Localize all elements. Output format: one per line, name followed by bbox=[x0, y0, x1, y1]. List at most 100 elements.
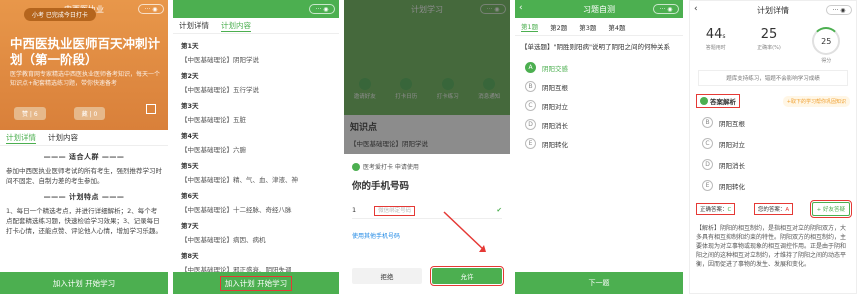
stat-value: 25 bbox=[812, 27, 841, 55]
day-topic: 【中医基础理论】十二经脉、奇经八脉 bbox=[181, 206, 292, 214]
option-text: 阴阳对立 bbox=[719, 140, 745, 149]
day-item[interactable]: 第4天【中医基础理论】六腑 bbox=[173, 130, 339, 154]
stat-label: 答题用时 bbox=[705, 45, 726, 51]
stats-row: 44s 答题用时 25 正确率(%) 25 得分 bbox=[690, 19, 856, 64]
check-icon: ✔ bbox=[496, 206, 502, 214]
phone-option[interactable]: 1 微信绑定号码 ✔ bbox=[352, 206, 502, 219]
option-letter: D bbox=[525, 119, 536, 130]
day-item[interactable]: 第1天【中医基础理论】阴阳学说 bbox=[173, 40, 339, 64]
question-tab-4[interactable]: 第4题 bbox=[608, 22, 625, 32]
option-e[interactable]: E 阴阳转化 bbox=[690, 175, 856, 196]
use-other-phone-link[interactable]: 使用其他手机号码 bbox=[352, 231, 502, 240]
day-number: 第2天 bbox=[181, 72, 199, 80]
join-plan-button[interactable]: 加入计划 开始学习 bbox=[0, 272, 168, 294]
tab-plan-details[interactable]: 计划详情 bbox=[179, 20, 209, 31]
plan-tabs: 计划详情 计划内容 bbox=[173, 18, 339, 34]
day-item[interactable]: 第6天【中医基础理论】十二经脉、奇经八脉 bbox=[173, 190, 339, 214]
question-tab-2[interactable]: 第2题 bbox=[550, 22, 567, 32]
answer-analysis-tab[interactable]: 答案解析 bbox=[696, 94, 740, 108]
capsule-menu[interactable]: ··· ◉ bbox=[826, 5, 852, 15]
stat-value: 44s bbox=[705, 27, 726, 42]
tab-plan-details[interactable]: 计划详情 bbox=[6, 132, 36, 144]
join-plan-button[interactable]: 加入计划 开始学习 bbox=[173, 272, 339, 294]
quiz-screen: ‹ 习题自测 ··· ◉ 第1题 第2题 第3题 第4题 【单选题】"阴胜则阳病"说明… bbox=[515, 0, 683, 294]
analysis-icon bbox=[700, 97, 708, 105]
section-heading: ——— 计划特点 ——— bbox=[43, 193, 125, 201]
day-item[interactable]: 第8天 【中医基础理论】邪正盛衰、阴阳失调 bbox=[173, 250, 339, 274]
option-c[interactable]: C 阴阳对立 bbox=[690, 133, 856, 154]
day-item[interactable]: 第5天 【中医基础理论】精、气、血、津液、神 bbox=[173, 160, 339, 184]
day-number: 第4天 bbox=[181, 132, 199, 140]
deny-button[interactable]: 拒绝 bbox=[352, 268, 422, 284]
capsule-menu[interactable]: ··· ◉ bbox=[309, 4, 335, 14]
option-text: 阴阳转化 bbox=[542, 140, 568, 149]
option-c[interactable]: C 阴阳对立 bbox=[515, 96, 683, 115]
plan-description: 医学教育网专家精选中西医执业医师备考知识，每天一个知识点+配套精选练习题，带你快… bbox=[10, 71, 161, 87]
day-topic: 【中医基础理论】精、气、血、津液、神 bbox=[181, 176, 298, 184]
capsule-menu[interactable]: ··· ◉ bbox=[138, 4, 164, 14]
stat-label: 得分 bbox=[821, 58, 832, 64]
tab-plan-content[interactable]: 计划内容 bbox=[221, 20, 251, 32]
option-letter: E bbox=[702, 180, 713, 191]
day-topic: 【中医基础理论】阴阳学说 bbox=[181, 56, 259, 64]
day-item[interactable]: 第2天【中医基础理论】五行学说 bbox=[173, 70, 339, 94]
sheet-header: 医考爱打卡 申请使用 bbox=[363, 164, 419, 171]
day-number: 第3天 bbox=[181, 102, 199, 110]
option-text: 阴阳转化 bbox=[719, 182, 745, 191]
day-number: 第6天 bbox=[181, 192, 199, 200]
audience-text: 参加中西医执业医师考试的所有考生，强烈推荐学习时间不固定、自制力差的考生参加。 bbox=[6, 167, 162, 185]
back-icon[interactable]: ‹ bbox=[694, 4, 698, 14]
day-number: 第1天 bbox=[181, 42, 199, 50]
option-d[interactable]: D 阴阳消长 bbox=[690, 154, 856, 175]
option-list: B 阴阳互根 C 阴阳对立 D 阴阳消长 E 阴阳转化 bbox=[690, 112, 856, 196]
day-number: 第7天 bbox=[181, 222, 199, 230]
option-letter: C bbox=[525, 100, 536, 111]
plan-tabs: 计划详情 计划内容 bbox=[0, 130, 168, 146]
plan-hero: 中西医执业 ··· ◉ 小考 已完成今日打卡 中西医执业医师百天冲刺计划（第一阶… bbox=[0, 0, 168, 130]
stat-label: 正确率(%) bbox=[757, 45, 781, 51]
capsule-menu[interactable]: ··· ◉ bbox=[653, 4, 679, 14]
day-topic: 【中医基础理论】病因、病机 bbox=[181, 236, 266, 244]
day-topic: 【中医基础理论】五行学说 bbox=[181, 86, 259, 94]
bound-phone-number: 微信绑定号码 bbox=[374, 206, 416, 216]
tab-plan-content[interactable]: 计划内容 bbox=[48, 132, 78, 143]
features-text: 1、每日一个精选考点，并进行详细解析；2、每个考点配套精选练习题，快速检验学习效… bbox=[6, 207, 162, 235]
option-letter: A bbox=[525, 62, 536, 73]
like-button[interactable]: 赞 | 6 bbox=[14, 107, 46, 120]
title-bar: ··· ◉ bbox=[173, 0, 339, 18]
stat-item: 44s 答题用时 bbox=[706, 27, 726, 64]
option-text: 阴阳互根 bbox=[542, 83, 568, 92]
next-question-button[interactable]: 下一题 bbox=[515, 272, 683, 294]
ask-friend-button[interactable]: + 好友答疑 bbox=[809, 200, 853, 218]
back-icon[interactable]: ‹ bbox=[519, 3, 523, 13]
allow-button[interactable]: 允许 bbox=[430, 266, 504, 286]
option-e[interactable]: E 阴阳转化 bbox=[515, 134, 683, 153]
option-text: 阴阳互根 bbox=[719, 119, 745, 128]
collect-button[interactable]: 藏 | 0 bbox=[73, 107, 106, 120]
share-icon[interactable] bbox=[146, 104, 156, 114]
option-b[interactable]: B 阴阳互根 bbox=[690, 112, 856, 133]
option-a[interactable]: A 阴阳交感 bbox=[515, 58, 683, 77]
option-list: A 阴阳交感 B 阴阳互根 C 阴阳对立 D 阴阳消长 E 阴阳转化 bbox=[515, 58, 683, 153]
option-d[interactable]: D 阴阳消长 bbox=[515, 115, 683, 134]
question-tab-1[interactable]: 第1题 bbox=[521, 21, 539, 32]
day-item[interactable]: 第3天 【中医基础理论】五脏 bbox=[173, 100, 339, 124]
option-letter: C bbox=[702, 138, 713, 149]
question-tab-3[interactable]: 第3题 bbox=[579, 22, 596, 32]
stat-item: 25 得分 bbox=[812, 27, 841, 64]
correct-answer: 正确答案：C bbox=[696, 203, 736, 215]
option-letter: E bbox=[525, 138, 536, 149]
day-item[interactable]: 第7天【中医基础理论】病因、病机 bbox=[173, 220, 339, 244]
option-letter: B bbox=[702, 117, 713, 128]
your-answer: 您的答案：A bbox=[753, 203, 794, 215]
study-header: 计划学习 ··· ◉ 邀请好友 打卡日历 打卡练习 消息通知 bbox=[344, 0, 510, 115]
checkin-badge: 小考 已完成今日打卡 bbox=[24, 8, 96, 21]
sheet-title: 你的手机号码 bbox=[352, 181, 410, 192]
day-topic: 【中医基础理论】六腑 bbox=[181, 146, 246, 154]
option-text: 阴阳交感 bbox=[542, 64, 568, 73]
question-text: 【单选题】"阴胜则阳病"说明了阴阳之间的何种关系 bbox=[521, 43, 670, 51]
day-list: 第1天 【中医基础理论】阴阳学说 第2天 【中医基础理论】五行学说 第3天 【中医基础理论… bbox=[173, 40, 339, 274]
option-text: 阴阳消长 bbox=[542, 121, 568, 130]
phone-auth-sheet: 医考爱打卡 申请使用 你的手机号码 1 微信绑定号码 ✔ 使用其他手机号码 拒绝 … bbox=[344, 154, 510, 294]
option-b[interactable]: B 阴阳互根 bbox=[515, 77, 683, 96]
